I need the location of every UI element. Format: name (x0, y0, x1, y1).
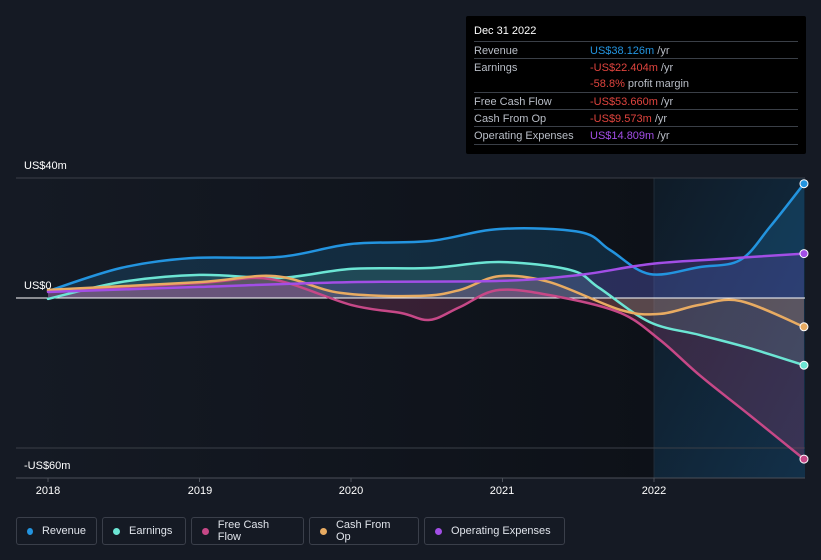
x-tick-label: 2022 (641, 485, 667, 497)
legend-label: Revenue (41, 525, 86, 537)
earnings-end-point (799, 360, 809, 370)
earnings-dot-icon (113, 527, 120, 535)
y-tick-label: -US$60m (24, 460, 71, 472)
tooltip-unit: /yr (651, 113, 668, 125)
revenue-dot-icon (27, 527, 33, 535)
tooltip-value: -US$9.573m (590, 113, 652, 125)
revenue-end-point (799, 179, 809, 189)
x-tick-label: 2021 (489, 485, 515, 497)
legend-item-free-cash-flow[interactable]: Free Cash Flow (191, 517, 304, 545)
tooltip-date: Dec 31 2022 (474, 25, 537, 37)
tooltip-value: -58.8% (590, 78, 625, 90)
legend-item-operating-expenses[interactable]: Operating Expenses (424, 517, 565, 545)
x-tick-label: 2018 (35, 485, 61, 497)
y-tick-label: US$40m (24, 160, 67, 172)
legend-label: Free Cash Flow (217, 519, 270, 543)
legend-label: Cash From Op (335, 519, 391, 543)
tooltip-label: Cash From Op (474, 113, 547, 125)
tooltip: Dec 31 2022 Revenue US$38.126m /yr Earni… (466, 16, 806, 154)
tooltip-value: US$14.809m (590, 130, 655, 142)
free-cash-flow-dot-icon (202, 527, 209, 535)
tooltip-label: Free Cash Flow (474, 96, 552, 108)
legend-label: Operating Expenses (451, 525, 551, 537)
tooltip-label: Revenue (474, 45, 519, 57)
tooltip-label: Earnings (474, 62, 518, 74)
tooltip-unit: /yr (654, 130, 670, 142)
tooltip-unit: /yr (657, 96, 674, 108)
tooltip-unit: /yr (657, 62, 674, 74)
tooltip-row-profit-margin: -58.8% profit margin (474, 75, 798, 92)
plot-background (16, 178, 654, 478)
free-cash-flow-end-point (799, 454, 809, 464)
legend-item-cash-from-op[interactable]: Cash From Op (309, 517, 419, 545)
tooltip-row-free-cash-flow: Free Cash Flow -US$53.660m /yr (474, 92, 798, 110)
tooltip-row-earnings: Earnings -US$22.404m /yr (474, 58, 798, 76)
cash-from-op-dot-icon (320, 527, 327, 535)
legend-item-earnings[interactable]: Earnings (102, 517, 186, 545)
x-tick-label: 2019 (187, 485, 213, 497)
tooltip-row-revenue: Revenue US$38.126m /yr (474, 41, 798, 59)
tooltip-value: -US$53.660m (590, 96, 658, 108)
operating-expenses-dot-icon (435, 527, 442, 535)
tooltip-value: -US$22.404m (590, 62, 658, 74)
legend-label: Earnings (129, 525, 173, 537)
tooltip-label: Operating Expenses (474, 130, 574, 142)
x-tick-label: 2020 (338, 485, 364, 497)
tooltip-value: US$38.126m (590, 45, 655, 57)
tooltip-row-cash-from-op: Cash From Op -US$9.573m /yr (474, 109, 798, 127)
tooltip-row-operating-expenses: Operating Expenses US$14.809m /yr (474, 126, 798, 145)
cash-from-op-end-point (799, 322, 809, 332)
y-tick-label: US$0 (24, 280, 52, 292)
tooltip-unit: /yr (654, 45, 670, 57)
legend-item-revenue[interactable]: Revenue (16, 517, 97, 545)
tooltip-unit: profit margin (624, 78, 690, 90)
operating-expenses-end-point (799, 249, 809, 259)
